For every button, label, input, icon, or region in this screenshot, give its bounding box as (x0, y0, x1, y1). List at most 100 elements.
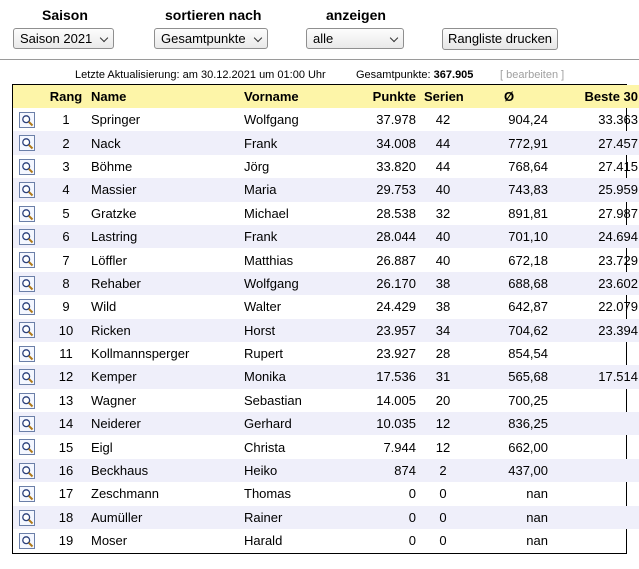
cell-vorname: Frank (240, 131, 348, 155)
table-row: 3 Böhme Jörg 33.820 44 768,64 27.415 (13, 155, 639, 178)
row-detail-cell (13, 178, 45, 202)
cell-average: 700,25 (508, 392, 548, 408)
cell-beste-30: 23.394 (552, 318, 639, 342)
cell-vorname: Michael (244, 205, 289, 221)
magnifier-icon[interactable] (19, 182, 35, 199)
magnifier-icon[interactable] (19, 509, 35, 526)
cell-punkte: 34.008 (348, 131, 420, 155)
chevron-down-icon (389, 33, 399, 43)
cell-vorname: Wolfgang (240, 271, 348, 296)
magnifier-icon[interactable] (19, 252, 35, 269)
cell-beste-30 (552, 342, 639, 365)
total-points-label: Gesamtpunkte: (356, 69, 431, 81)
magnifier-icon[interactable] (19, 392, 35, 409)
cell-average: 836,25 (466, 412, 552, 436)
header-vorname[interactable]: Vorname (240, 85, 348, 108)
table-row: 1 Springer Wolfgang 37.978 42 904,24 33.363 (13, 108, 639, 131)
cell-rang: 17 (58, 486, 74, 502)
magnifier-icon[interactable] (19, 416, 35, 433)
cell-rang: 1 (62, 112, 70, 128)
magnifier-icon[interactable] (19, 228, 35, 245)
row-detail-cell (13, 412, 45, 436)
magnifier-icon[interactable] (19, 158, 35, 175)
cell-name: Eigl (91, 439, 113, 455)
cell-beste-30: 25.959 (552, 178, 639, 202)
cell-vorname: Matthias (244, 252, 294, 268)
magnifier-icon[interactable] (19, 322, 35, 339)
magnifier-icon[interactable] (19, 299, 35, 316)
cell-serien: 34 (420, 318, 466, 342)
cell-average: 565,68 (466, 365, 552, 389)
cell-rang: 16 (45, 458, 87, 483)
cell-vorname: Monika (240, 365, 348, 389)
table-row: 5 Gratzke Michael 28.538 32 891,81 27.987 (13, 202, 639, 225)
edit-link[interactable]: [ bearbeiten ] (500, 69, 564, 81)
magnifier-icon[interactable] (19, 111, 35, 128)
header-beste-30[interactable]: Beste 30 (552, 85, 639, 108)
season-select[interactable]: Saison 2021 (13, 28, 114, 49)
row-detail-cell (13, 224, 45, 249)
magnifier-icon[interactable] (19, 462, 35, 479)
magnifier-icon[interactable] (19, 205, 35, 222)
sort-select[interactable]: Gesamtpunkte (154, 28, 268, 49)
total-points: Gesamtpunkte: 367.905 (356, 69, 473, 81)
cell-punkte: 0 (408, 486, 416, 502)
cell-serien: 44 (420, 131, 466, 155)
cell-beste-30 (552, 412, 639, 436)
cell-name: Wagner (91, 392, 137, 408)
cell-rang: 7 (62, 252, 70, 268)
ranking-table: Rang Name Vorname Punkte Serien Ø Beste … (13, 85, 639, 552)
print-ranking-button[interactable]: Rangliste drucken (442, 28, 558, 50)
cell-beste-30 (552, 505, 639, 530)
cell-rang: 2 (45, 131, 87, 155)
show-select[interactable]: alle (306, 28, 404, 49)
magnifier-icon[interactable] (19, 486, 35, 503)
cell-average: nan (526, 486, 548, 502)
cell-vorname: Rainer (240, 505, 348, 530)
cell-vorname: Walter (244, 299, 282, 315)
row-detail-cell (13, 458, 45, 483)
cell-average: 437,00 (466, 458, 552, 483)
cell-average: 854,54 (508, 346, 548, 362)
show-select-value: alle (313, 31, 334, 46)
sort-select-value: Gesamtpunkte (161, 31, 246, 46)
cell-rang: 10 (45, 318, 87, 342)
magnifier-icon[interactable] (19, 369, 35, 386)
cell-punkte: 14.005 (376, 392, 416, 408)
ranking-table-container: Rang Name Vorname Punkte Serien Ø Beste … (12, 84, 639, 554)
magnifier-icon[interactable] (19, 439, 35, 456)
cell-punkte: 0 (348, 505, 420, 530)
cell-beste-30 (552, 458, 639, 483)
header-rang[interactable]: Rang (45, 85, 87, 108)
cell-serien: 42 (435, 112, 451, 128)
cell-serien: 20 (435, 392, 451, 408)
cell-rang: 3 (62, 158, 70, 174)
magnifier-icon[interactable] (19, 533, 35, 549)
cell-serien: 2 (420, 458, 466, 483)
header-serien[interactable]: Serien (420, 85, 466, 108)
cell-vorname: Heiko (240, 458, 348, 483)
cell-name: Kemper (87, 365, 240, 389)
cell-average: 704,62 (466, 318, 552, 342)
cell-serien: 0 (420, 505, 466, 530)
header-name[interactable]: Name (87, 85, 240, 108)
cell-beste-30: 24.694 (552, 224, 639, 249)
cell-vorname: Jörg (244, 158, 270, 174)
table-row: 12 Kemper Monika 17.536 31 565,68 17.514 (13, 365, 639, 389)
cell-rang: 4 (45, 178, 87, 202)
cell-serien: 38 (435, 299, 451, 315)
header-punkte[interactable]: Punkte (348, 85, 420, 108)
magnifier-icon[interactable] (19, 135, 35, 152)
magnifier-icon[interactable] (19, 345, 35, 362)
cell-rang: 6 (45, 224, 87, 249)
magnifier-icon[interactable] (19, 275, 35, 292)
cell-punkte: 23.927 (376, 346, 416, 362)
header-average[interactable]: Ø (466, 85, 552, 108)
table-row: 18 Aumüller Rainer 0 0 nan (13, 505, 639, 530)
row-detail-cell (13, 131, 45, 155)
cell-punkte: 28.044 (348, 224, 420, 249)
cell-punkte: 0 (408, 533, 416, 549)
cell-beste-30: 27.415 (598, 158, 638, 174)
cell-average: 904,24 (508, 112, 548, 128)
row-detail-cell (13, 505, 45, 530)
